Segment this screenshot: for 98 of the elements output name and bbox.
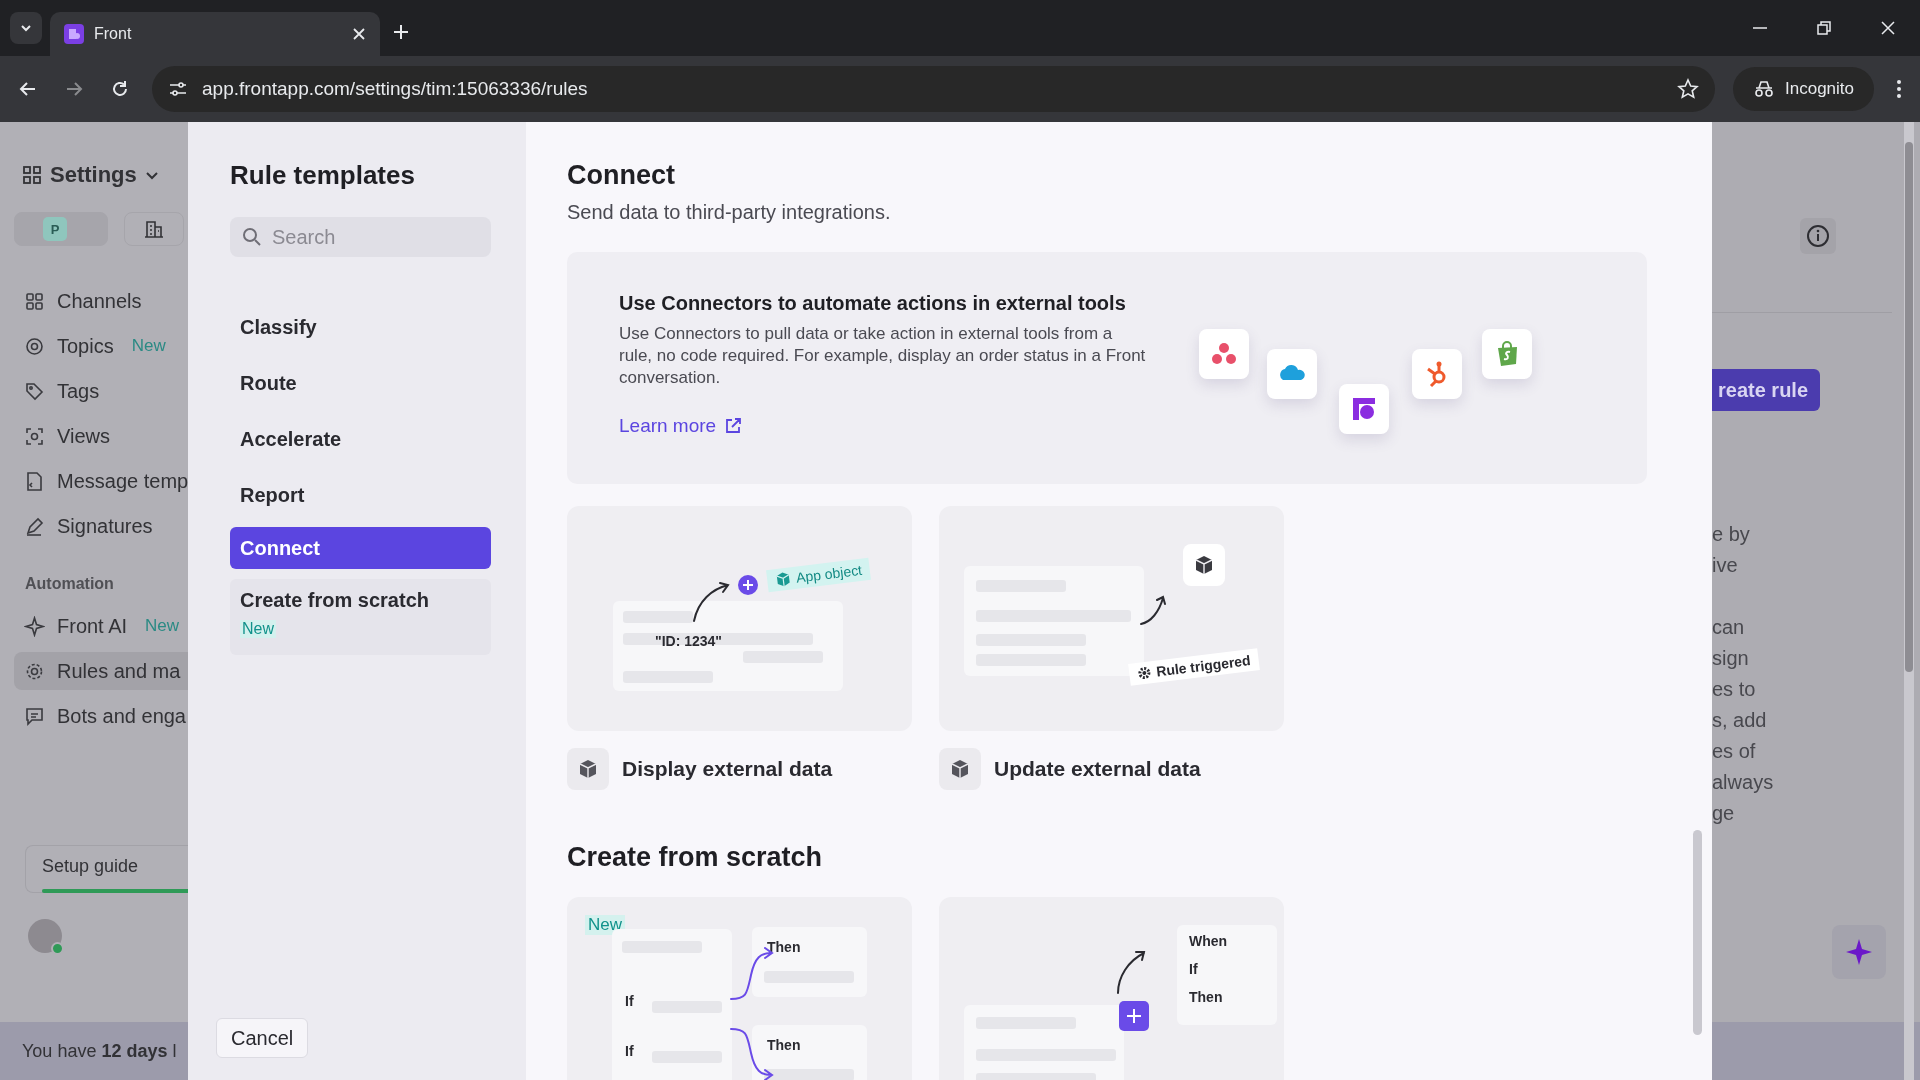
category-item[interactable]: Connect (230, 527, 491, 569)
section-subtitle: Send data to third-party integrations. (567, 201, 892, 224)
when-label: When (1189, 933, 1228, 949)
sidebar-item[interactable]: Bots and enga (14, 697, 188, 735)
kebab-menu-icon (1896, 79, 1902, 99)
description-text: es of (1712, 739, 1757, 764)
browser-tab[interactable]: Front (50, 12, 380, 56)
external-link-icon (724, 417, 743, 435)
reload-icon (110, 79, 130, 99)
sidebar-item[interactable]: Message temp (14, 462, 188, 500)
curved-arrow-icon (1114, 949, 1148, 997)
trial-banner: You have 12 days l (0, 1022, 188, 1080)
template-title[interactable]: Display external data (622, 757, 833, 781)
workspace-switch[interactable]: P (14, 212, 108, 246)
curved-arrow-icon (692, 581, 732, 625)
document-icon (24, 470, 45, 492)
if-label: If (625, 1043, 634, 1059)
plus-icon (392, 23, 410, 41)
workspace-avatar: P (43, 217, 67, 241)
page-scrollbar[interactable] (1904, 122, 1914, 1080)
cube-icon (774, 570, 793, 589)
sidebar-item[interactable]: Tags (14, 372, 188, 410)
section-title: Connect (567, 160, 676, 191)
new-badge: New (585, 915, 625, 935)
category-item[interactable]: Accelerate (230, 413, 491, 465)
grid-icon (22, 165, 42, 185)
online-status-icon (51, 942, 64, 955)
cube-icon (950, 759, 970, 779)
site-settings-icon (168, 79, 188, 99)
description-text: es to (1712, 677, 1757, 702)
then-label: Then (767, 1037, 801, 1053)
id-label: "ID: 1234" (655, 633, 722, 649)
scrollbar[interactable] (1693, 830, 1702, 1035)
pen-icon (24, 515, 45, 537)
learn-more-link[interactable]: Learn more (619, 415, 743, 437)
tab-search-button[interactable] (10, 12, 42, 44)
settings-title: Settings (50, 162, 137, 188)
section-heading: Automation (24, 574, 115, 593)
chat-icon (24, 705, 45, 727)
close-icon (1880, 20, 1896, 36)
new-label: New (131, 336, 166, 356)
cube-icon (578, 759, 598, 779)
scan-icon (24, 425, 45, 447)
section-title: Create from scratch (567, 842, 824, 873)
new-badge: New (240, 620, 276, 638)
building-icon (144, 219, 164, 239)
description-text: s, add (1712, 708, 1768, 733)
star-icon (1677, 78, 1699, 100)
create-rule-button[interactable]: reate rule (1712, 369, 1820, 411)
curved-arrow-icon (1139, 594, 1169, 628)
restore-icon (1816, 20, 1832, 36)
sidebar-item[interactable]: Topics New (14, 327, 188, 365)
target-icon (24, 335, 45, 357)
category-item[interactable]: Route (230, 357, 491, 409)
if-label: If (625, 993, 634, 1009)
info-button[interactable] (1800, 218, 1836, 254)
description-text: always (1712, 770, 1775, 795)
banner-title: Use Connectors to automate actions in external tools (619, 292, 1127, 315)
sparkle-icon (24, 615, 45, 637)
then-label: Then (1189, 989, 1223, 1005)
close-icon (352, 27, 366, 41)
incognito-icon (1753, 80, 1775, 98)
template-title[interactable]: Update external data (994, 757, 1201, 781)
description-text: sign (1712, 646, 1750, 671)
sidebar-item[interactable]: Views (14, 417, 188, 455)
rule-triggered-tag: Rule triggered (1128, 648, 1260, 686)
minimize-icon (1753, 27, 1767, 29)
tag-icon (24, 380, 45, 402)
search-field[interactable]: Search (230, 217, 491, 257)
sidebar-item[interactable]: Signatures (14, 507, 188, 545)
sidebar-item[interactable]: Channels (14, 282, 188, 320)
description-text: e by (1712, 522, 1751, 547)
category-item[interactable]: Report (230, 469, 491, 521)
grid-icon (24, 290, 45, 312)
category-item[interactable]: Classify (230, 301, 491, 353)
sidebar-item[interactable]: Front AI New (14, 607, 188, 645)
square-logo-icon (1350, 395, 1378, 423)
new-label: New (145, 616, 180, 636)
sidebar-item[interactable]: Rules and ma (14, 652, 188, 690)
description-text: ge (1712, 801, 1736, 826)
banner-text: Use Connectors to pull data or take action in external tools from a rule, no code required. For example, display an order status in a Front conversation. (619, 323, 1147, 389)
cube-icon (1194, 555, 1214, 575)
gear-icon (1136, 665, 1153, 681)
then-label: Then (767, 939, 801, 955)
app-logo-icon (64, 24, 84, 44)
company-switch[interactable] (124, 212, 184, 246)
info-icon (1806, 224, 1830, 248)
address-bar[interactable]: app.frontapp.com/settings/tim:15063336/rules (152, 66, 1715, 112)
panel-title: Rule templates (230, 160, 416, 191)
cancel-button[interactable]: Cancel (216, 1018, 309, 1058)
plus-circle-icon (737, 574, 759, 596)
category-item[interactable]: Create from scratch New (230, 579, 491, 655)
app-object-tag: App object (766, 557, 872, 593)
description-text: ive (1712, 553, 1739, 578)
assistant-button[interactable] (1832, 925, 1886, 979)
incognito-button[interactable]: Incognito (1733, 67, 1874, 111)
if-label: If (1189, 961, 1198, 977)
description-text: can (1712, 615, 1746, 640)
